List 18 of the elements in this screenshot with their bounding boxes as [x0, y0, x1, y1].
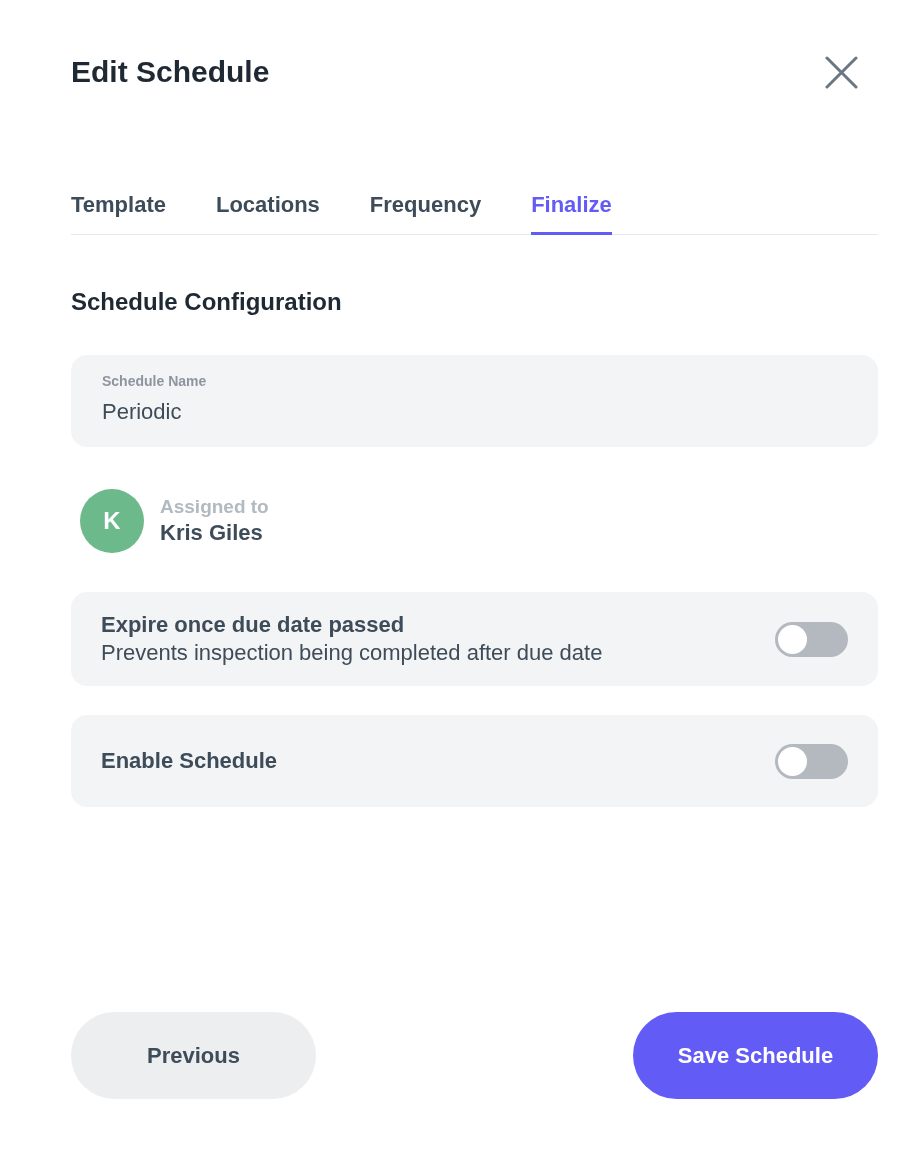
avatar: K: [80, 489, 144, 553]
save-schedule-button[interactable]: Save Schedule: [633, 1012, 878, 1099]
previous-button[interactable]: Previous: [71, 1012, 316, 1099]
assigned-label: Assigned to: [160, 495, 269, 519]
section-heading: Schedule Configuration: [71, 287, 343, 317]
setting-title: Enable Schedule: [101, 747, 278, 775]
setting-title: Expire once due date passed: [101, 611, 406, 639]
tab[interactable]: Frequency: [369, 191, 482, 235]
setting-description: Prevents inspection being completed after due date: [101, 639, 603, 667]
toggle-switch[interactable]: [775, 743, 848, 779]
assignee-name: Kris Giles: [160, 519, 264, 547]
toggle-switch[interactable]: [775, 621, 848, 657]
tab[interactable]: Locations: [215, 191, 320, 235]
close-icon[interactable]: [825, 55, 858, 89]
dialog-title: Edit Schedule: [71, 54, 270, 90]
tab[interactable]: Template: [71, 191, 166, 235]
tab[interactable]: Finalize: [531, 191, 612, 235]
schedule-name-field[interactable]: Schedule Name Periodic: [71, 355, 878, 447]
